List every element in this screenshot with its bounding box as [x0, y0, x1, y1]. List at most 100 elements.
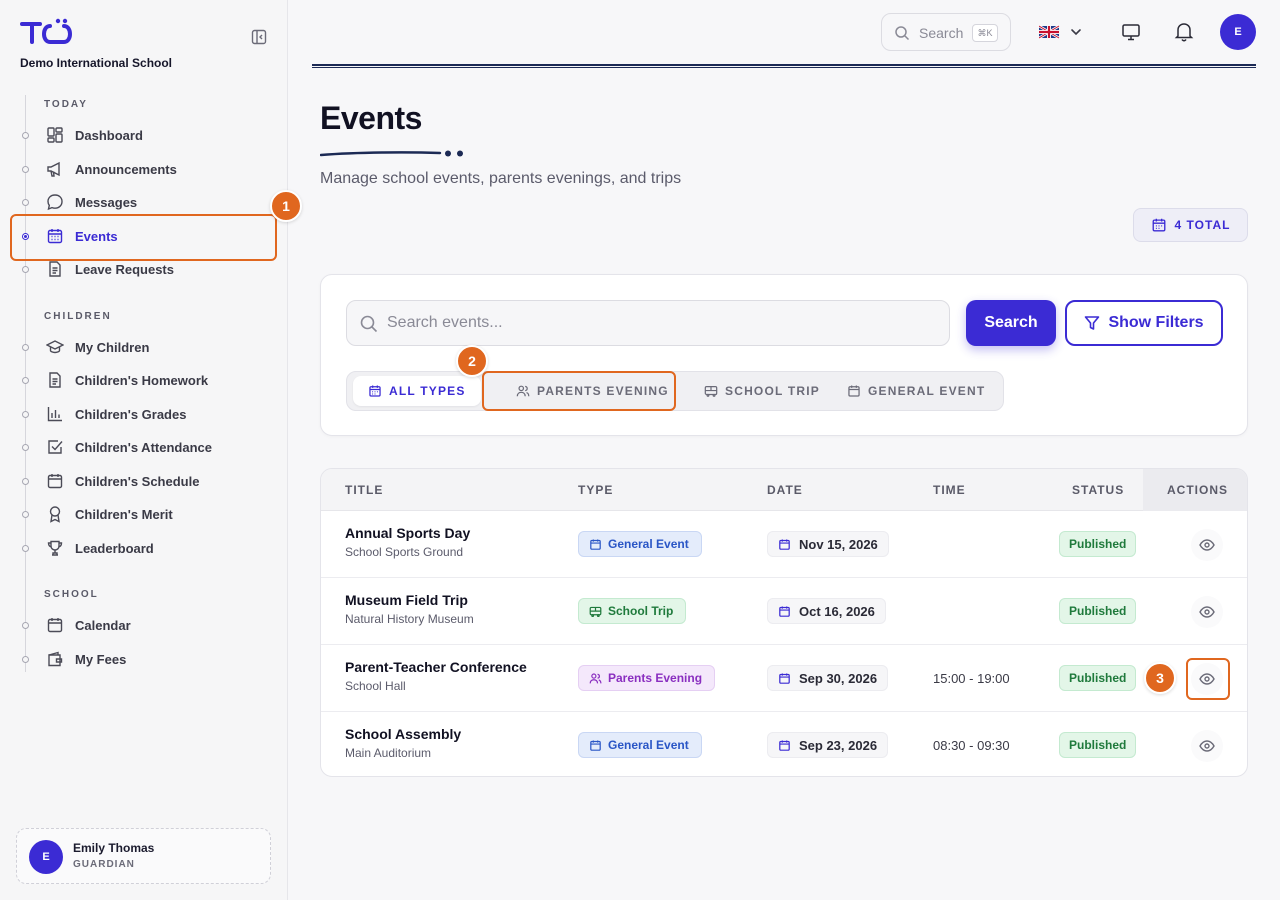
total-count-label: 4 TOTAL: [1174, 218, 1231, 232]
table-row[interactable]: Parent-Teacher Conference School Hall Pa…: [321, 645, 1247, 712]
bell-icon[interactable]: [1173, 20, 1195, 42]
megaphone-icon: [46, 160, 64, 178]
sidebar-item-label: My Fees: [75, 651, 127, 667]
school-name: Demo International School: [20, 56, 173, 70]
column-header-status: STATUS: [1072, 483, 1125, 497]
event-type-badge: School Trip: [578, 598, 687, 624]
sidebar-item-my-children[interactable]: My Children: [12, 331, 276, 363]
tab-label: GENERAL EVENT: [868, 384, 986, 398]
event-title: Parent-Teacher Conference: [345, 659, 527, 675]
sidebar-item-announcements[interactable]: Announcements: [12, 153, 276, 185]
column-header-type: TYPE: [578, 483, 614, 497]
events-search-input[interactable]: [387, 301, 937, 345]
header-divider: [312, 64, 1256, 68]
sidebar-item-label: Leaderboard: [75, 540, 154, 556]
collapse-sidebar-icon[interactable]: [250, 28, 268, 46]
calendar-icon: [589, 538, 602, 551]
event-type-badge: General Event: [578, 531, 702, 557]
shortcut-hint: ⌘K: [972, 24, 998, 42]
section-label-children: CHILDREN: [44, 311, 112, 322]
search-button[interactable]: Search: [966, 300, 1056, 346]
show-filters-label: Show Filters: [1108, 314, 1204, 331]
total-count-badge: 4 TOTAL: [1133, 208, 1248, 242]
document-icon: [46, 371, 64, 389]
highlight-view-button: [1186, 658, 1230, 700]
global-search-placeholder: Search: [919, 25, 964, 41]
event-location: School Sports Ground: [345, 545, 464, 559]
view-event-button[interactable]: [1191, 529, 1223, 561]
table-row[interactable]: Annual Sports Day School Sports Ground G…: [321, 511, 1247, 578]
school-logo[interactable]: [20, 18, 74, 46]
sidebar-item-calendar[interactable]: Calendar: [12, 609, 276, 641]
global-search-input[interactable]: Search ⌘K: [881, 13, 1011, 51]
calendar-icon: [847, 384, 861, 398]
events-search-field[interactable]: [346, 300, 950, 346]
column-header-title: TITLE: [345, 483, 384, 497]
sidebar-item-childrens-schedule[interactable]: Children's Schedule: [12, 465, 276, 497]
trophy-icon: [46, 539, 64, 557]
event-date: Sep 30, 2026: [767, 665, 889, 691]
dashboard-icon: [46, 126, 64, 144]
page-title: Events: [320, 100, 422, 136]
sidebar-item-label: Children's Schedule: [75, 473, 200, 489]
sidebar-item-label: Messages: [75, 194, 138, 210]
step-badge-3: 3: [1144, 662, 1176, 694]
eye-icon: [1199, 604, 1215, 620]
table-row[interactable]: School Assembly Main Auditorium General …: [321, 712, 1247, 776]
table-row[interactable]: Museum Field Trip Natural History Museum…: [321, 578, 1247, 645]
column-header-time: TIME: [933, 483, 966, 497]
sidebar-item-dashboard[interactable]: Dashboard: [12, 119, 276, 151]
graduation-cap-icon: [46, 338, 64, 356]
calendar-icon: [368, 384, 382, 398]
sidebar-item-childrens-merit[interactable]: Children's Merit: [12, 498, 276, 530]
sidebar-item-label: Leave Requests: [75, 261, 174, 277]
calendar-icon: [778, 739, 791, 752]
calendar-icon: [778, 672, 791, 685]
event-date: Sep 23, 2026: [767, 732, 889, 758]
bar-chart-icon: [46, 405, 64, 423]
eye-icon: [1199, 738, 1215, 754]
users-icon: [589, 672, 602, 685]
step-badge-2: 2: [456, 345, 488, 377]
table-header: TITLE TYPE DATE TIME STATUS ACTIONS: [321, 469, 1247, 511]
sidebar-item-label: Dashboard: [75, 127, 143, 143]
view-event-button[interactable]: [1191, 730, 1223, 762]
sidebar-item-my-fees[interactable]: My Fees: [12, 643, 276, 675]
tab-school-trip[interactable]: SCHOOL TRIP: [692, 376, 832, 406]
profile-avatar[interactable]: E: [1220, 14, 1256, 50]
sidebar-item-leaderboard[interactable]: Leaderboard: [12, 532, 276, 564]
bus-icon: [704, 384, 718, 398]
event-time: 08:30 - 09:30: [933, 738, 1010, 753]
uk-flag-icon: [1039, 24, 1060, 40]
sidebar-item-childrens-grades[interactable]: Children's Grades: [12, 398, 276, 430]
tab-general-event[interactable]: GENERAL EVENT: [835, 376, 997, 406]
bus-icon: [589, 605, 602, 618]
event-title: Annual Sports Day: [345, 525, 471, 541]
event-title: Museum Field Trip: [345, 592, 468, 608]
sidebar-item-label: My Children: [75, 339, 150, 355]
event-location: Main Auditorium: [345, 746, 432, 760]
view-event-button[interactable]: [1191, 596, 1223, 628]
section-label-today: TODAY: [44, 99, 88, 110]
sidebar-item-childrens-homework[interactable]: Children's Homework: [12, 364, 276, 396]
language-selector[interactable]: [1039, 24, 1085, 40]
sidebar-item-label: Children's Merit: [75, 506, 173, 522]
sidebar-item-childrens-attendance[interactable]: Children's Attendance: [12, 431, 276, 463]
event-title: School Assembly: [345, 726, 462, 742]
checkbox-icon: [46, 438, 64, 456]
wallet-icon: [46, 650, 64, 668]
search-icon: [359, 314, 379, 334]
event-type-badge: Parents Evening: [578, 665, 716, 691]
show-filters-button[interactable]: Show Filters: [1065, 300, 1223, 346]
calendar-icon: [1151, 217, 1167, 233]
eye-icon: [1199, 537, 1215, 553]
chat-icon: [46, 193, 64, 211]
user-avatar: E: [29, 840, 63, 874]
sidebar-item-label: Announcements: [75, 161, 177, 177]
event-location: School Hall: [345, 679, 406, 693]
user-card[interactable]: E Emily Thomas GUARDIAN: [16, 828, 271, 884]
monitor-icon[interactable]: [1120, 21, 1142, 43]
search-card: Search Show Filters ALL TYPES PARENTS EV…: [320, 274, 1248, 436]
event-location: Natural History Museum: [345, 612, 474, 626]
tab-all-types[interactable]: ALL TYPES: [353, 376, 481, 406]
